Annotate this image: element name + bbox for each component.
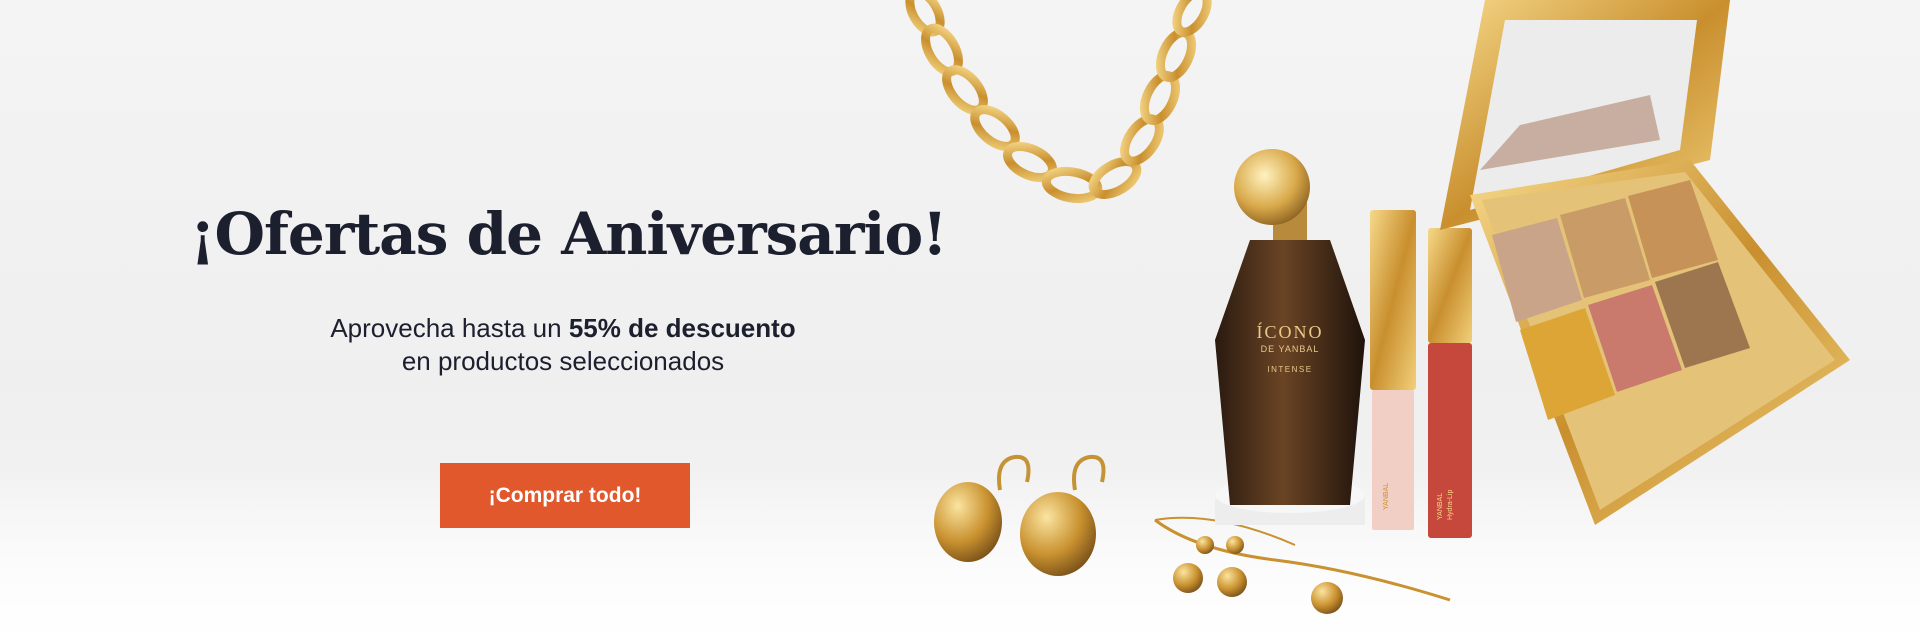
products-illustration[interactable]: ÍCONO DE YANBAL INTENSE YANBAL YANBAL Hy…: [880, 0, 1920, 640]
perfume-name-label: ÍCONO: [1257, 321, 1324, 342]
hero-title: ¡Ofertas de Aniversario!: [190, 200, 948, 268]
gold-ball-earrings-image[interactable]: [934, 454, 1106, 576]
perfume-brand-label: DE YANBAL: [1261, 344, 1320, 354]
subtitle-line2: en productos seleccionados: [401, 346, 725, 376]
gold-chain-necklace-image[interactable]: [904, 0, 1214, 204]
subtitle-prefix: Aprovecha hasta un: [330, 313, 562, 343]
gloss-1-brand-label: YANBAL: [1383, 483, 1390, 510]
perfume-bottle-image[interactable]: ÍCONO DE YANBAL INTENSE: [1215, 149, 1365, 505]
gold-bracelet-image[interactable]: [1154, 516, 1451, 614]
perfume-variant-label: INTENSE: [1267, 365, 1312, 374]
gloss-2-brand-label: YANBAL: [1437, 493, 1444, 520]
hero-subtitle: Aprovecha hasta un 55% de descuento en p…: [263, 312, 863, 378]
shop-all-button[interactable]: ¡Comprar todo!: [440, 463, 690, 528]
gloss-2-name-label: Hydra-Lip: [1447, 490, 1454, 520]
eyeshadow-palette-image[interactable]: [1440, 0, 1850, 525]
lip-gloss-image[interactable]: YANBAL YANBAL Hydra-Lip: [1370, 210, 1472, 538]
subtitle-emphasis: 55% de descuento: [568, 313, 796, 343]
hero-banner: ¡Ofertas de Aniversario! Aprovecha hasta…: [0, 0, 1920, 640]
